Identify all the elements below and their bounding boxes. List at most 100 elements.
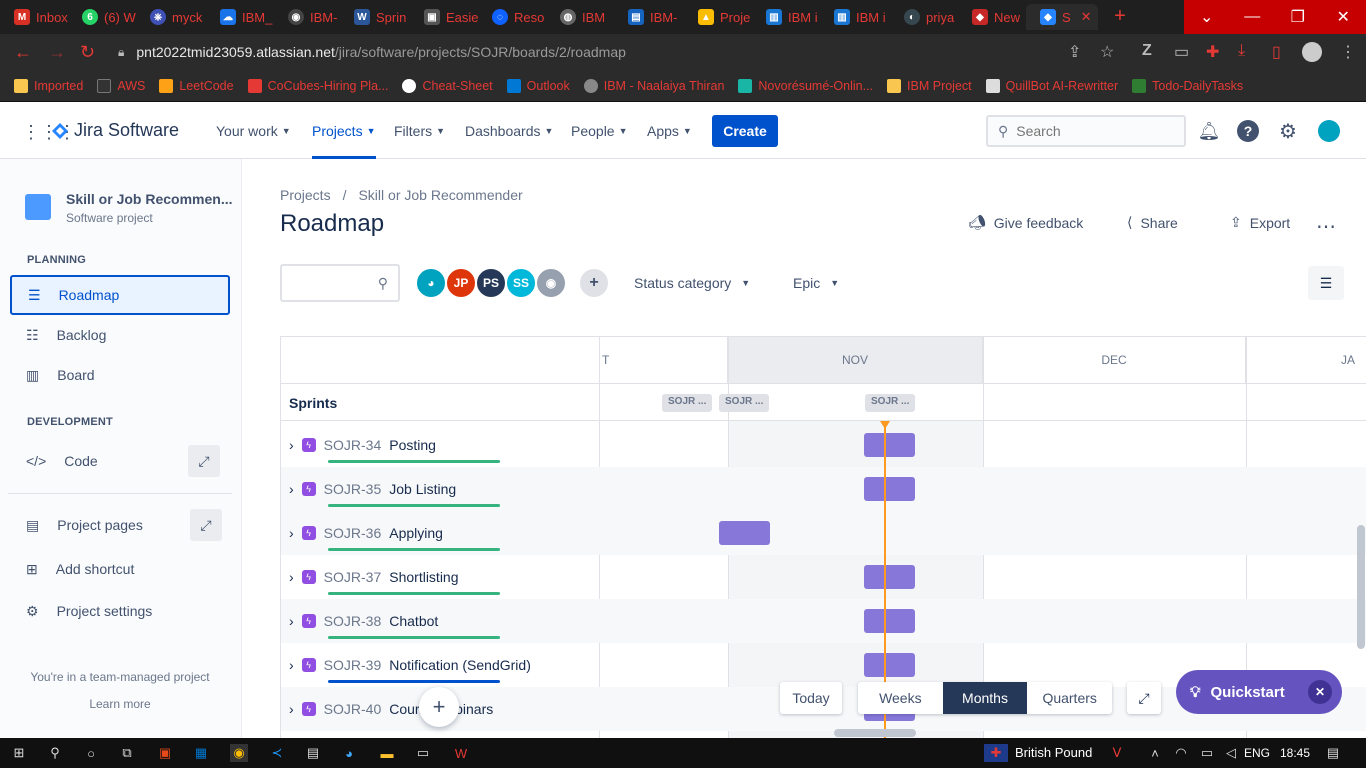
clock[interactable]: 18:45 (1280, 746, 1310, 760)
table-row[interactable]: › ϟ SOJR-34 Posting (281, 423, 1366, 467)
chrome-icon[interactable]: ◉ (230, 744, 248, 762)
extension-icon[interactable]: ▭ (1174, 42, 1189, 62)
breadcrumb-project[interactable]: Skill or Job Recommender (358, 187, 522, 203)
view-weeks-button[interactable]: Weeks (858, 682, 943, 714)
browser-tab[interactable]: ◍ IBM (546, 4, 614, 30)
browser-tab[interactable]: M Inbox (0, 4, 68, 30)
chevron-down-icon[interactable]: ⌄ (1184, 0, 1230, 34)
nav-filters[interactable]: Filters ▼ (394, 123, 445, 139)
notepad-icon[interactable]: ▤ (304, 744, 322, 762)
user-avatar[interactable] (1318, 120, 1340, 142)
bookmark-star-icon[interactable]: ☆ (1100, 42, 1114, 62)
browser-tab[interactable]: ▥ IBM i (820, 4, 890, 30)
app-icon[interactable]: ◕ (340, 744, 358, 762)
sidebar-item-backlog[interactable]: ☷ Backlog (10, 315, 230, 355)
browser-tab[interactable]: ▤ IBM- (614, 4, 684, 30)
minimize-button[interactable]: — (1230, 0, 1276, 34)
app-tray-icon[interactable]: ᐯ (1108, 744, 1126, 762)
sidepanel-icon[interactable]: ▯ (1272, 42, 1281, 62)
bookmark-item[interactable]: Todo-DailyTasks (1132, 78, 1243, 93)
sidebar-item-board[interactable]: ▥ Board (10, 355, 230, 395)
epic-bar[interactable] (864, 477, 915, 501)
link-off-icon[interactable]: ⤢ (190, 509, 222, 541)
export-button[interactable]: ⇪ Export (1230, 214, 1290, 231)
avatar[interactable]: ◕ (415, 267, 447, 299)
table-row[interactable]: › ϟ SOJR-35 Job Listing (281, 467, 1366, 511)
forward-button[interactable]: → (48, 42, 66, 62)
browser-tab[interactable]: ◆ New (958, 4, 1026, 30)
wifi-icon[interactable]: ◠ (1172, 744, 1190, 762)
close-window-button[interactable]: ✕ (1321, 0, 1366, 34)
sidebar-item-project-settings[interactable]: ⚙ Project settings (10, 591, 230, 631)
avatar[interactable]: SS (505, 267, 537, 299)
new-tab-button[interactable]: + (1110, 6, 1130, 26)
search-icon[interactable]: ⚲ (46, 744, 64, 762)
restore-button[interactable]: ❐ (1275, 0, 1321, 34)
fullscreen-icon[interactable]: ⤢ (1127, 682, 1161, 714)
extension-z-icon[interactable]: Z (1142, 42, 1152, 60)
back-button[interactable]: ← (14, 42, 32, 62)
bookmark-item[interactable]: Novorésumé-Onlin... (738, 78, 873, 93)
table-row[interactable]: › ϟ SOJR-36 Applying (281, 511, 1366, 555)
sidebar-item-add-shortcut[interactable]: ⊞ Add shortcut (10, 549, 230, 589)
settings-gear-icon[interactable]: ⚙ (1277, 120, 1299, 143)
bookmark-item[interactable]: IBM Project (887, 78, 972, 93)
profile-avatar[interactable] (1302, 42, 1322, 62)
chevron-right-icon[interactable]: › (289, 657, 294, 673)
bookmark-item[interactable]: AWS (97, 78, 145, 93)
breadcrumb-projects[interactable]: Projects (280, 187, 331, 203)
file-explorer-icon[interactable]: ▬ (378, 744, 396, 762)
sprint-chip[interactable]: SOJR ... (719, 394, 770, 412)
sprint-chip[interactable]: SOJR ... (662, 394, 713, 412)
browser-tab[interactable]: ▥ IBM i (752, 4, 820, 30)
help-icon[interactable]: ? (1237, 120, 1259, 142)
today-button[interactable]: Today (780, 682, 842, 714)
browser-tab[interactable]: 6 (6) W (68, 4, 136, 30)
office-icon[interactable]: ▣ (156, 744, 174, 762)
give-feedback-button[interactable]: 📣︎ Give feedback (968, 214, 1083, 231)
quickstart-button[interactable]: 💡︎ Quickstart ✕ (1176, 670, 1342, 714)
more-actions-icon[interactable]: ⋯ (1316, 214, 1336, 239)
add-people-icon[interactable]: + (578, 267, 610, 299)
bookmark-item[interactable]: CoCubes-Hiring Pla... (247, 78, 388, 93)
status-category-dropdown[interactable]: Status category ▼ (634, 275, 750, 291)
download-icon[interactable]: ⤓ (1238, 42, 1245, 60)
url-field[interactable]: 🔒︎ pnt2022tmid23059.atlassian.net/jira/s… (108, 38, 1128, 66)
bookmark-item[interactable]: LeetCode (159, 78, 234, 93)
nav-dashboards[interactable]: Dashboards ▼ (465, 123, 553, 139)
project-avatar[interactable] (25, 194, 51, 220)
epic-bar[interactable] (864, 565, 915, 589)
create-button[interactable]: Create (712, 115, 778, 147)
sidebar-item-roadmap[interactable]: ☰ Roadmap (10, 275, 230, 315)
volume-icon[interactable]: ◁ (1222, 744, 1240, 762)
roadmap-search-input[interactable]: ⚲ (280, 264, 400, 302)
chevron-right-icon[interactable]: › (289, 481, 294, 497)
store-icon[interactable]: ▦ (192, 744, 210, 762)
search-input[interactable] (1016, 123, 1167, 139)
reload-button[interactable]: ↻ (80, 42, 95, 62)
vscode-icon[interactable]: ≺ (268, 744, 286, 762)
browser-tab[interactable]: ◉ IBM- (274, 4, 340, 30)
nav-your-work[interactable]: Your work ▼ (216, 123, 291, 139)
table-row[interactable]: › ϟ SOJR-37 Shortlisting (281, 555, 1366, 599)
currency-label[interactable]: British Pound (1015, 745, 1092, 760)
search-field[interactable]: ⚲ (986, 115, 1186, 147)
language-indicator[interactable]: ENG (1244, 746, 1270, 760)
view-settings-icon[interactable]: ☰ (1308, 266, 1344, 300)
chevron-right-icon[interactable]: › (289, 613, 294, 629)
share-button[interactable]: ⟨ Share (1127, 214, 1178, 231)
view-quarters-button[interactable]: Quarters (1027, 682, 1112, 714)
task-view-icon[interactable]: ⧉ (118, 744, 136, 762)
notifications-icon[interactable]: ▤ (1324, 744, 1342, 762)
nav-projects[interactable]: Projects ▼ (312, 123, 376, 139)
browser-tab[interactable]: W Sprin (340, 4, 410, 30)
horizontal-scrollbar[interactable] (834, 729, 916, 737)
close-icon[interactable]: ✕ (1081, 9, 1092, 25)
sprint-chip[interactable]: SOJR ... (865, 394, 916, 412)
bookmark-item[interactable]: Outlook (506, 78, 570, 93)
puzzle-icon[interactable]: ✚ (1206, 42, 1219, 62)
nav-apps[interactable]: Apps ▼ (647, 123, 692, 139)
add-epic-button[interactable]: + (419, 687, 459, 727)
nav-people[interactable]: People ▼ (571, 123, 628, 139)
browser-tab-active[interactable]: ◆ S ✕ (1026, 4, 1098, 30)
